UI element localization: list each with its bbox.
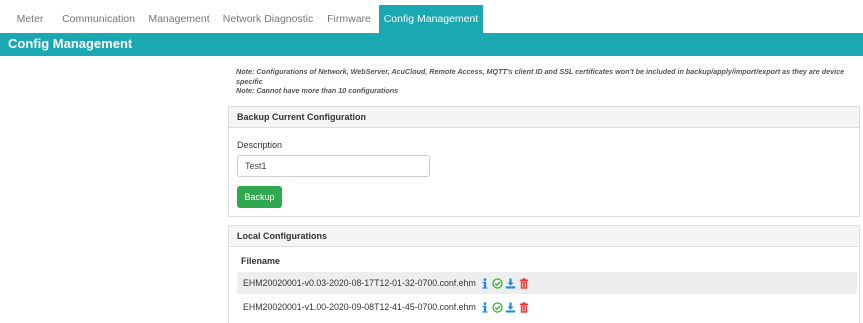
filename-column-header: Filename (241, 256, 281, 266)
notes-block: Note: Configurations of Network, WebServ… (236, 67, 856, 96)
backup-panel: Backup Current Configuration Description… (228, 106, 860, 217)
config-filename: EHM20020001-v1.00-2020-09-08T12-41-45-07… (243, 302, 476, 312)
page-title: Config Management (8, 36, 133, 51)
download-icon[interactable] (505, 301, 517, 313)
note-device-specific: Note: Configurations of Network, WebServ… (236, 67, 845, 86)
tab-communication[interactable]: Communication (55, 5, 142, 33)
top-tab-bar: Meter Communication Management Network D… (0, 0, 863, 33)
description-input[interactable] (237, 155, 430, 177)
tab-management[interactable]: Management (143, 5, 215, 33)
note-config-limit: Note: Cannot have more than 10 configura… (236, 86, 399, 95)
table-row: EHM20020001-v1.00-2020-09-08T12-41-45-07… (237, 296, 857, 318)
apply-check-icon[interactable] (492, 301, 504, 313)
tab-config-management[interactable]: Config Management (379, 5, 483, 33)
apply-check-icon[interactable] (492, 277, 504, 289)
local-configurations-header: Local Configurations (229, 226, 859, 247)
download-icon[interactable] (505, 277, 517, 289)
info-icon[interactable] (479, 277, 491, 289)
trash-icon[interactable] (518, 301, 530, 313)
table-row: EHM20020001-v0.03-2020-08-17T12-01-32-07… (237, 272, 857, 294)
section-header-bar: Config Management (0, 33, 863, 56)
tab-firmware[interactable]: Firmware (320, 5, 378, 33)
trash-icon[interactable] (518, 277, 530, 289)
config-filename: EHM20020001-v0.03-2020-08-17T12-01-32-07… (243, 278, 476, 288)
info-icon[interactable] (479, 301, 491, 313)
description-label: Description (237, 140, 283, 150)
tab-network-diagnostic[interactable]: Network Diagnostic (217, 5, 319, 33)
local-configurations-panel: Local Configurations Filename EHM2002000… (228, 225, 860, 323)
backup-button[interactable]: Backup (237, 186, 282, 208)
tab-meter[interactable]: Meter (6, 5, 54, 33)
backup-panel-header: Backup Current Configuration (229, 107, 859, 128)
